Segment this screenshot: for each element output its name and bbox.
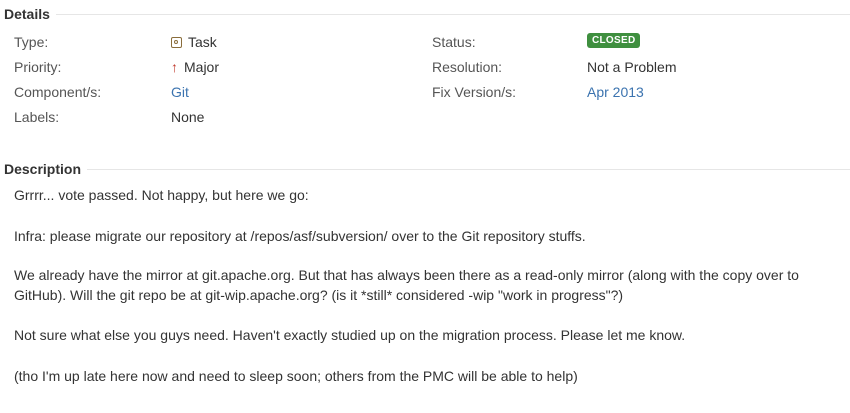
- resolution-label: Resolution:: [432, 59, 503, 75]
- description-paragraph-3: We already have the mirror at git.apache…: [14, 267, 799, 303]
- status-label: Status:: [432, 34, 476, 50]
- details-section-header: Details: [4, 5, 850, 23]
- priority-value: ↑ Major: [171, 58, 219, 76]
- details-divider: [4, 14, 850, 15]
- type-value: Task: [171, 33, 217, 51]
- arrow-up-icon: ↑: [171, 59, 178, 75]
- description-paragraph-4: Not sure what else you guys need. Haven'…: [14, 327, 686, 343]
- resolution-text: Not a Problem: [587, 59, 677, 75]
- description-paragraph-5: (tho I'm up late here now and need to sl…: [14, 368, 578, 384]
- details-title: Details: [4, 5, 56, 23]
- status-value: CLOSED: [587, 33, 641, 48]
- component-link-git[interactable]: Git: [171, 83, 189, 101]
- fix-version-link[interactable]: Apr 2013: [587, 83, 644, 101]
- priority-text: Major: [184, 59, 220, 75]
- description-paragraph-2: Infra: please migrate our repository at …: [14, 228, 586, 244]
- type-label: Type:: [14, 34, 49, 50]
- fix-version-value: Apr 2013: [587, 83, 644, 101]
- priority-label: Priority:: [14, 59, 62, 75]
- task-icon: [171, 36, 182, 48]
- labels-text: None: [171, 109, 205, 125]
- components-label: Component/s:: [14, 84, 102, 100]
- resolution-value: Not a Problem: [587, 58, 676, 76]
- labels-label: Labels:: [14, 109, 60, 125]
- description-paragraph-1: Grrrr... vote passed. Not happy, but her…: [14, 187, 309, 203]
- fix-version-label: Fix Version/s:: [432, 84, 517, 100]
- components-value: Git: [171, 83, 189, 101]
- labels-value: None: [171, 108, 204, 126]
- status-badge: CLOSED: [587, 33, 641, 48]
- description-divider: [4, 169, 850, 170]
- type-text: Task: [188, 34, 217, 50]
- description-title: Description: [4, 160, 88, 178]
- description-section-header: Description: [4, 160, 850, 178]
